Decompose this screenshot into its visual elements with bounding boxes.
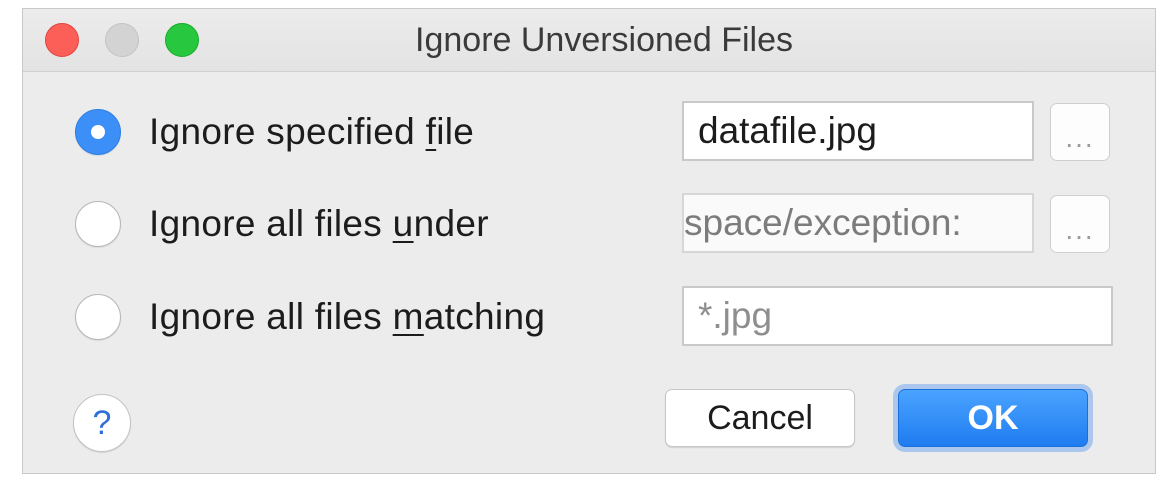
browse-directory-button[interactable]: ... — [1050, 195, 1110, 253]
label-ignore-all-files-matching[interactable]: Ignore all files matching — [149, 296, 545, 338]
label-text: Ignore all files — [149, 203, 393, 244]
window-title: Ignore Unversioned Files — [415, 21, 793, 59]
label-text: nder — [413, 203, 489, 244]
ignore-unversioned-files-dialog: Ignore Unversioned Files Ignore specifie… — [22, 8, 1156, 474]
label-ignore-specified-file[interactable]: Ignore specified file — [149, 111, 474, 153]
label-text: ile — [436, 111, 475, 152]
specified-file-input[interactable]: datafile.jpg — [682, 101, 1034, 161]
label-text: Ignore all files — [149, 296, 393, 337]
radio-ignore-all-files-matching[interactable] — [75, 294, 121, 340]
cancel-button[interactable]: Cancel — [665, 389, 855, 447]
label-ignore-all-files-under[interactable]: Ignore all files under — [149, 203, 489, 245]
radio-ignore-all-files-under[interactable] — [75, 201, 121, 247]
pattern-input[interactable]: *.jpg — [682, 286, 1113, 346]
directory-input[interactable]: :space/exception — [682, 193, 1034, 253]
mnemonic-letter: u — [392, 203, 414, 244]
ok-button[interactable]: OK — [898, 389, 1088, 447]
radio-ignore-specified-file[interactable] — [75, 109, 121, 155]
mnemonic-letter: m — [392, 296, 424, 337]
title-bar: Ignore Unversioned Files — [23, 9, 1155, 72]
help-button[interactable]: ? — [73, 394, 131, 452]
directory-value: :space/exception — [684, 202, 962, 243]
label-text: atching — [423, 296, 546, 337]
mnemonic-letter: f — [425, 111, 437, 152]
label-text: Ignore specified — [149, 111, 426, 152]
browse-file-button[interactable]: ... — [1050, 103, 1110, 161]
